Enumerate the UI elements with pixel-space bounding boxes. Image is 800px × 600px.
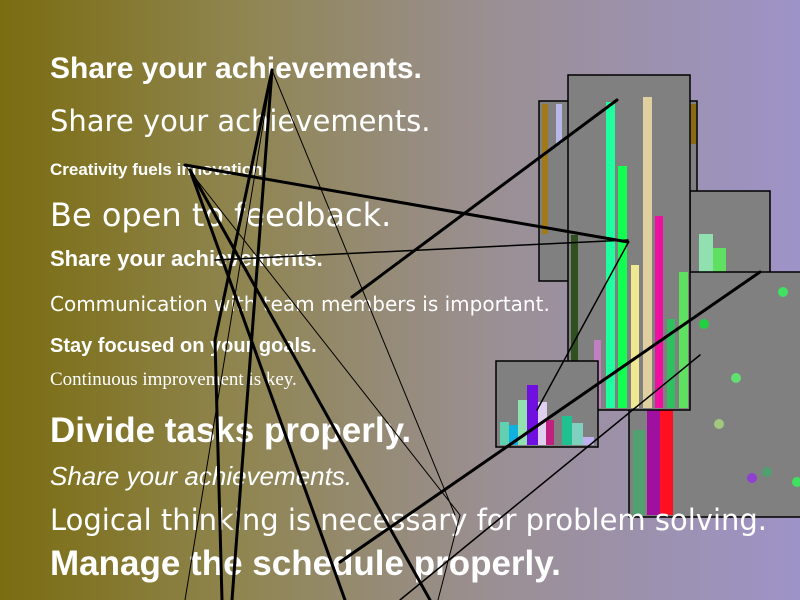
overlay-line	[188, 168, 432, 600]
overlay-line	[271, 69, 456, 516]
overlay-line	[184, 164, 461, 516]
overlay-line	[183, 163, 630, 244]
overlay-line	[536, 242, 629, 411]
overlay-line	[399, 354, 701, 600]
overlay-line	[214, 239, 629, 261]
overlay-line	[437, 514, 461, 600]
overlay-line	[188, 168, 347, 600]
line-overlay-layer	[183, 68, 762, 600]
overlay-line	[184, 69, 273, 600]
overlay-line	[230, 68, 274, 600]
overlay-line	[350, 98, 619, 299]
overlay-line	[338, 270, 762, 564]
